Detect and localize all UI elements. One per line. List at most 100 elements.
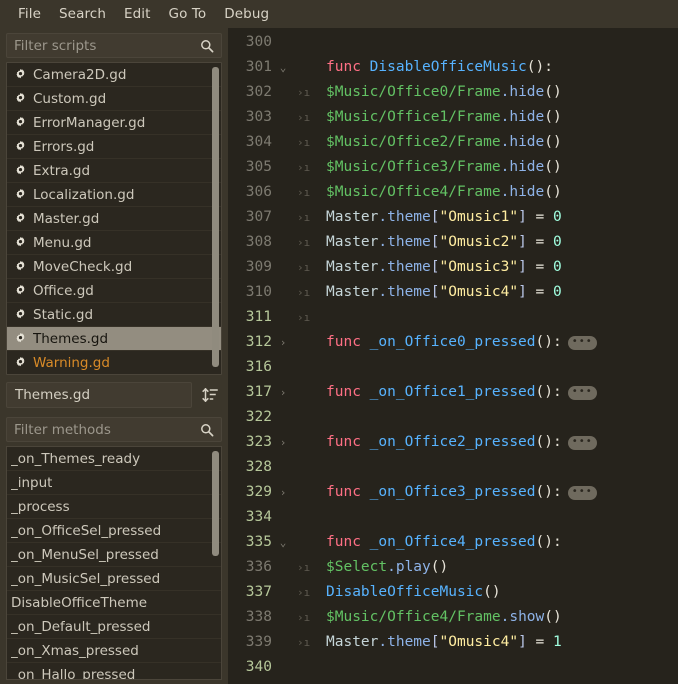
filter-methods-placeholder: Filter methods [14,421,111,438]
method-list-item[interactable]: _on_Hallo_pressed [7,663,221,680]
indent-guide: ›ı [297,136,311,149]
code-line[interactable]: 302 ›ı $Music/Office0/Frame.hide() [228,80,678,105]
script-list-item[interactable]: MoveCheck.gd [7,255,221,279]
code-line[interactable]: 308 ›ı Master.theme["Omusic2"] = 0 [228,230,678,255]
code-line[interactable]: 317 › func _on_Office1_pressed(): ••• [228,380,678,405]
code-line-text: $Music/Office4/Frame.hide() [326,184,562,200]
filter-scripts-placeholder: Filter scripts [14,37,97,54]
fold-closed-icon[interactable]: › [274,330,292,355]
script-list-scrollbar[interactable] [211,65,220,372]
code-line[interactable]: 335 ⌄ func _on_Office4_pressed(): [228,530,678,555]
script-list-item[interactable]: Master.gd [7,207,221,231]
method-list-item[interactable]: _on_Default_pressed [7,615,221,639]
code-line[interactable]: 328 [228,455,678,480]
menu-item-go-to[interactable]: Go To [160,3,216,25]
script-list-item[interactable]: Office.gd [7,279,221,303]
fold-closed-icon[interactable]: › [274,480,292,505]
method-list[interactable]: _on_Themes_ready _input _process _on_Office… [7,447,221,680]
code-line[interactable]: 310 ›ı Master.theme["Omusic4"] = 0 [228,280,678,305]
code-line-text: Master.theme["Omusic4"] = 0 [326,284,562,300]
script-list-item[interactable]: Warning.gd [7,351,221,374]
method-list-item-label: _process [11,498,70,515]
code-line-text: Master.theme["Omusic4"] = 1 [326,634,562,650]
method-list-item[interactable]: _on_Themes_ready [7,447,221,471]
code-line[interactable]: 316 [228,355,678,380]
code-line[interactable]: 305 ›ı $Music/Office3/Frame.hide() [228,155,678,180]
script-list-item-label: Warning.gd [33,354,110,371]
sort-order-icon[interactable] [198,383,222,407]
folded-code-indicator[interactable]: ••• [567,436,597,450]
code-line[interactable]: 306 ›ı $Music/Office4/Frame.hide() [228,180,678,205]
code-line[interactable]: 300 [228,30,678,55]
script-list-item[interactable]: Localization.gd [7,183,221,207]
folded-code-indicator[interactable]: ••• [567,336,597,350]
code-line[interactable]: 311 ›ı [228,305,678,330]
script-list-item-label: MoveCheck.gd [33,258,133,275]
code-line[interactable]: 307 ›ı Master.theme["Omusic1"] = 0 [228,205,678,230]
filter-scripts-input[interactable]: Filter scripts [6,33,222,58]
script-gear-icon [13,140,27,153]
menu-item-search[interactable]: Search [50,3,115,25]
code-line[interactable]: 301 ⌄ func DisableOfficeMusic(): [228,55,678,80]
line-number: 323 [245,434,272,450]
script-list-item[interactable]: Custom.gd [7,87,221,111]
filter-methods-input[interactable]: Filter methods [6,417,222,442]
current-script-name[interactable]: Themes.gd [6,382,192,408]
method-list-item[interactable]: _on_Xmas_pressed [7,639,221,663]
code-line[interactable]: 323 › func _on_Office2_pressed(): ••• [228,430,678,455]
code-line[interactable]: 334 [228,505,678,530]
code-line[interactable]: 312 › func _on_Office0_pressed(): ••• [228,330,678,355]
code-line[interactable]: 338 ›ı $Music/Office4/Frame.show() [228,605,678,630]
fold-open-icon[interactable]: ⌄ [274,530,292,555]
indent-guide: ›ı [297,311,311,324]
code-line[interactable]: 340 [228,655,678,680]
script-list-item[interactable]: Menu.gd [7,231,221,255]
fold-closed-icon[interactable]: › [274,430,292,455]
script-list-item[interactable]: Themes.gd [7,327,221,351]
method-list-item[interactable]: _on_MusicSel_pressed [7,567,221,591]
folded-code-indicator[interactable]: ••• [567,486,597,500]
method-list-item[interactable]: _input [7,471,221,495]
folded-code-indicator[interactable]: ••• [567,386,597,400]
line-number: 302 [245,84,272,100]
script-gear-icon [13,308,27,321]
code-line[interactable]: 337 ›ı DisableOfficeMusic() [228,580,678,605]
code-line[interactable]: 339 ›ı Master.theme["Omusic4"] = 1 [228,630,678,655]
line-number: 340 [245,659,272,675]
fold-closed-icon[interactable]: › [274,380,292,405]
method-list-item[interactable]: _process [7,495,221,519]
code-line[interactable]: 336 ›ı $Select.play() [228,555,678,580]
code-line[interactable]: 329 › func _on_Office3_pressed(): ••• [228,480,678,505]
method-list-item[interactable]: _on_OfficeSel_pressed [7,519,221,543]
script-list[interactable]: Camera2D.gd Custom.gd ErrorManager.gd Error… [7,63,221,374]
fold-open-icon[interactable]: ⌄ [274,55,292,80]
script-list-item[interactable]: Errors.gd [7,135,221,159]
script-list-item[interactable]: Extra.gd [7,159,221,183]
method-list-scrollbar-thumb[interactable] [212,451,219,556]
indent-guide: ›ı [297,561,311,574]
code-line-text: Master.theme["Omusic3"] = 0 [326,259,562,275]
code-line-text: Master.theme["Omusic1"] = 0 [326,209,562,225]
code-line[interactable]: 341 [228,680,678,684]
script-list-scrollbar-thumb[interactable] [212,67,219,367]
method-list-scrollbar[interactable] [211,449,220,677]
code-line[interactable]: 304 ›ı $Music/Office2/Frame.hide() [228,130,678,155]
code-line[interactable]: 322 [228,405,678,430]
indent-guide: ›ı [297,236,311,249]
code-line[interactable]: 309 ›ı Master.theme["Omusic3"] = 0 [228,255,678,280]
indent-guide: ›ı [297,586,311,599]
code-editor[interactable]: 300 301 ⌄ func DisableOfficeMusic(): 302 ›ı $M… [228,28,678,684]
menu-item-edit[interactable]: Edit [115,3,160,25]
method-list-item[interactable]: DisableOfficeTheme [7,591,221,615]
script-list-item[interactable]: Static.gd [7,303,221,327]
script-list-item-label: Localization.gd [33,186,135,203]
menu-item-debug[interactable]: Debug [215,3,278,25]
indent-guide: ›ı [297,86,311,99]
script-list-item[interactable]: ErrorManager.gd [7,111,221,135]
code-line[interactable]: 303 ›ı $Music/Office1/Frame.hide() [228,105,678,130]
script-gear-icon [13,68,27,81]
method-list-item[interactable]: _on_MenuSel_pressed [7,543,221,567]
line-number: 311 [245,309,272,325]
script-list-item[interactable]: Camera2D.gd [7,63,221,87]
menu-item-file[interactable]: File [9,3,50,25]
